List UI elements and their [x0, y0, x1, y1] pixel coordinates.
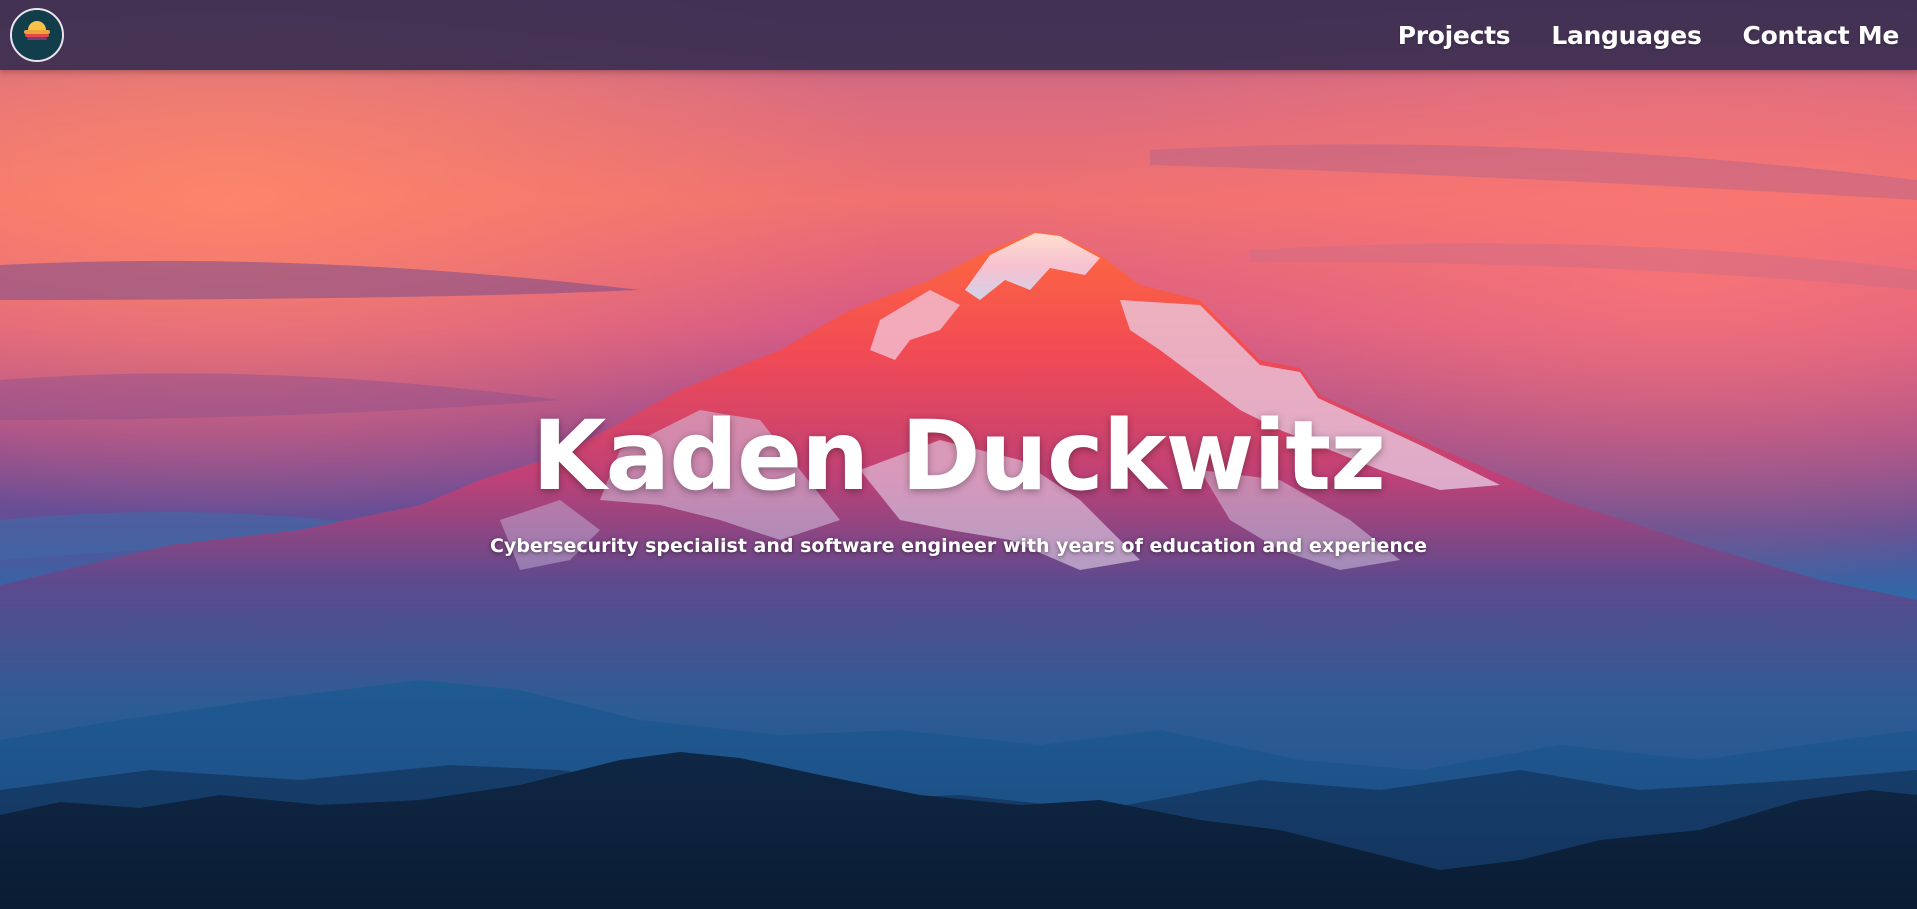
nav-link-contact-me[interactable]: Contact Me: [1743, 21, 1900, 50]
nav-links: Projects Languages Contact Me: [1398, 0, 1900, 70]
sunset-logo-icon[interactable]: [10, 8, 64, 62]
nav-link-languages[interactable]: Languages: [1551, 21, 1702, 50]
hero-content: Kaden Duckwitz Cybersecurity specialist …: [0, 400, 1917, 558]
nav-link-projects[interactable]: Projects: [1398, 21, 1511, 50]
top-navbar: Projects Languages Contact Me: [0, 0, 1917, 70]
hero-title: Kaden Duckwitz: [532, 400, 1386, 512]
hero-subtitle: Cybersecurity specialist and software en…: [489, 535, 1428, 557]
page: Projects Languages Contact Me Kaden Duck…: [0, 0, 1917, 909]
